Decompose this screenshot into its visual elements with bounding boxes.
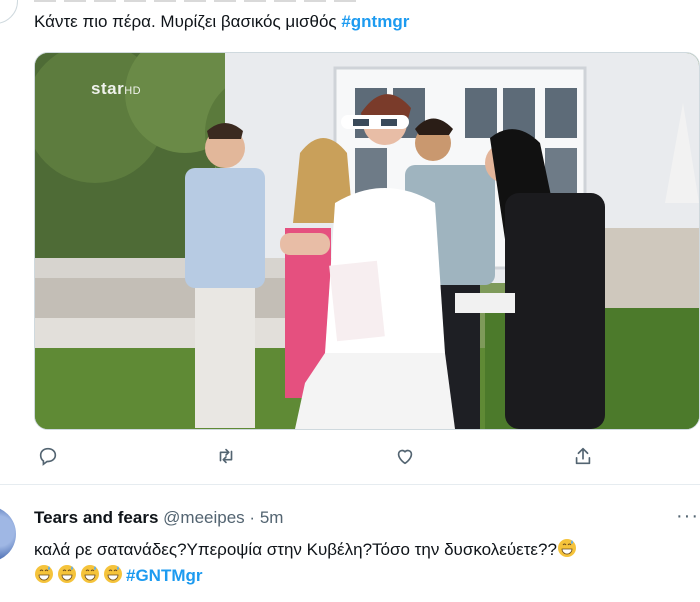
cut-off-tweet-header [34,0,364,2]
avatar[interactable] [0,506,16,562]
grinning-sweat-emoji-icon [35,565,53,583]
grinning-sweat-emoji-icon [81,565,99,583]
tweet-text: καλά ρε σατανάδες?Υπεροψία στην Κυβέλη?Τ… [34,537,694,589]
tweet-text-body: Κάντε πιο πέρα. Μυρίζει βασικός μισθός [34,12,342,31]
hashtag-link[interactable]: #gntmgr [341,12,409,31]
display-name[interactable]: Tears and fears [34,508,158,527]
reply-button[interactable] [34,442,62,470]
share-button[interactable] [569,442,597,470]
grinning-sweat-emoji-icon [58,565,76,583]
grinning-sweat-emoji-icon [104,565,122,583]
tweet-header: Tears and fears @meeipes · 5m [34,507,283,529]
retweet-icon [219,448,233,464]
share-icon [575,447,591,465]
tv-still-image [35,53,699,429]
tweet-text-body: καλά ρε σατανάδες?Υπεροψία στην Κυβέλη?Τ… [34,540,557,559]
divider [0,484,700,485]
avatar[interactable] [0,0,18,24]
grinning-sweat-emoji-icon [557,539,576,557]
like-button[interactable] [391,442,419,470]
channel-logo: starHD [91,79,141,99]
heart-icon [397,449,413,465]
tweet-actions [34,442,654,472]
tweet-feed: Κάντε πιο πέρα. Μυρίζει βασικός μισθός #… [0,0,700,602]
channel-logo-text: star [91,79,125,98]
reply-icon [39,447,57,466]
tweet-text: Κάντε πιο πέρα. Μυρίζει βασικός μισθός #… [34,11,409,33]
channel-logo-suffix: HD [124,85,142,97]
user-handle[interactable]: @meeipes [163,508,245,527]
tweet-media[interactable]: starHD [34,52,700,430]
retweet-button[interactable] [212,442,240,470]
separator-dot: · [249,508,256,527]
hashtag-link[interactable]: #GNTMgr [126,566,203,585]
timestamp[interactable]: 5m [260,508,284,527]
more-options-icon[interactable]: ··· [676,505,699,528]
